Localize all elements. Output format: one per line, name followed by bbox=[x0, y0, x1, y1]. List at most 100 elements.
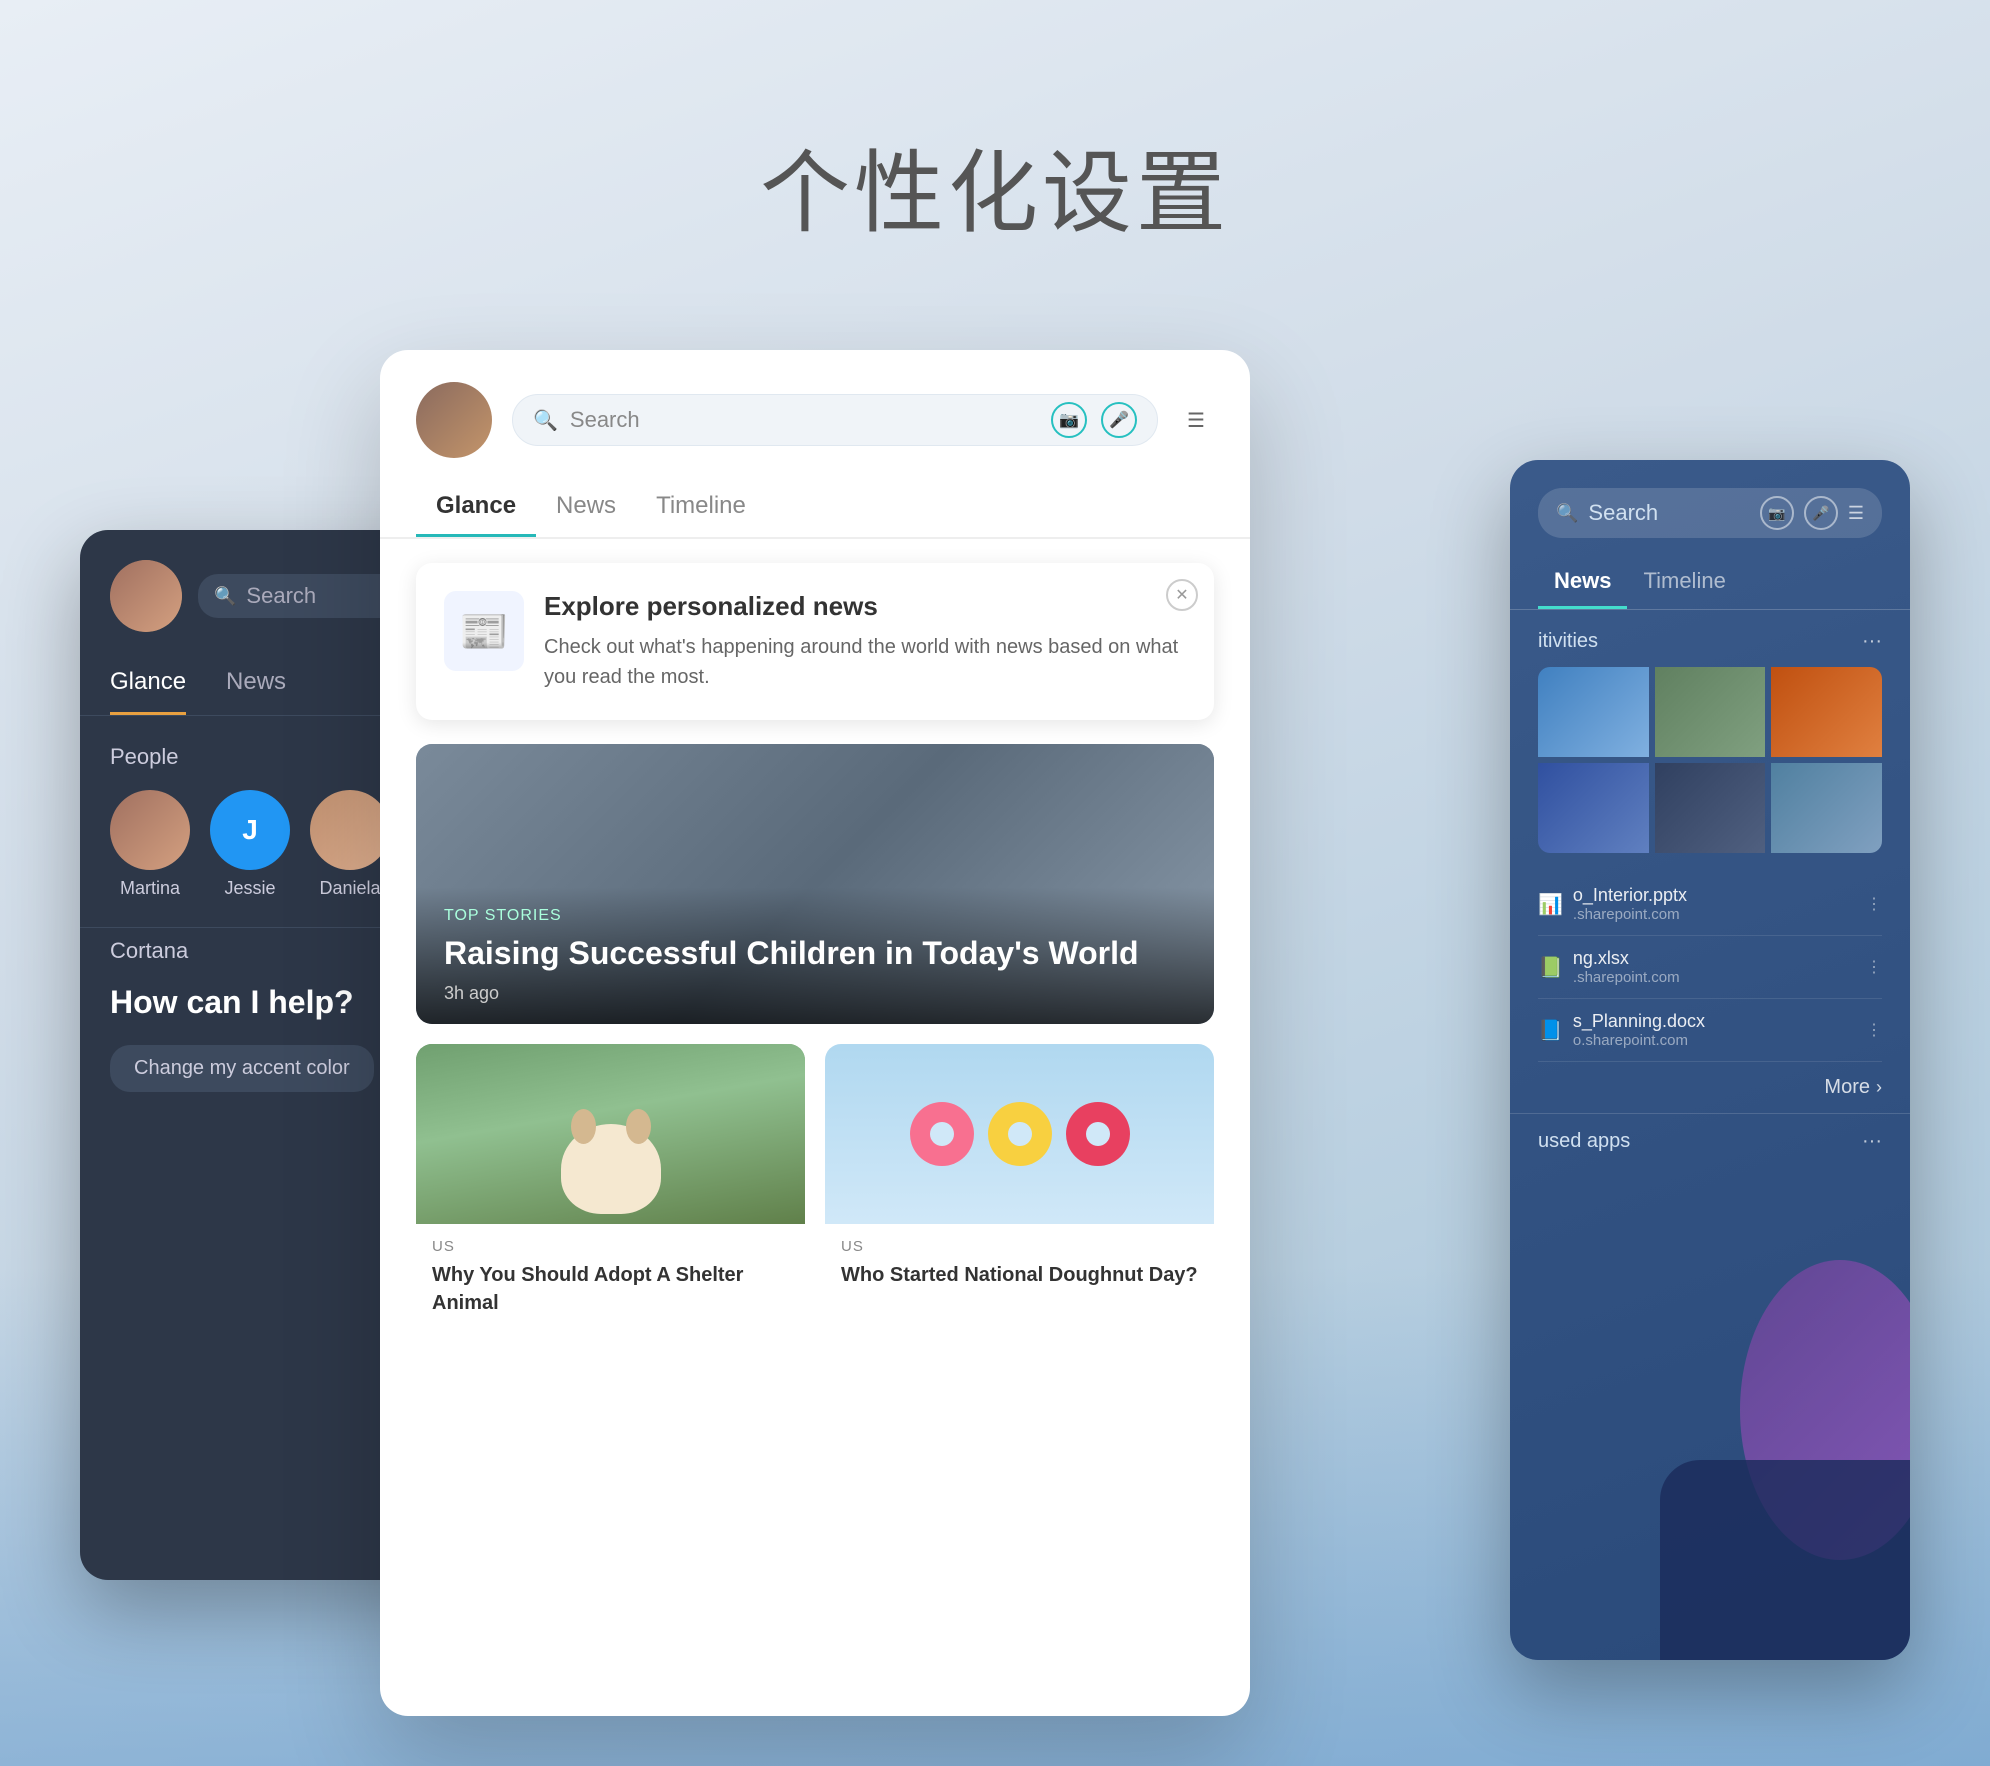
news-row: US Why You Should Adopt A Shelter Animal… bbox=[416, 1044, 1214, 1364]
notification-text: Explore personalized news Check out what… bbox=[544, 591, 1186, 692]
notification-icon: 📰 bbox=[444, 591, 524, 671]
file-info-pptx: o_Interior.pptx .sharepoint.com bbox=[1573, 885, 1856, 923]
file-icon-xlsx: 📗 bbox=[1538, 955, 1563, 980]
notification-title: Explore personalized news bbox=[544, 591, 1186, 622]
tab-news-center[interactable]: News bbox=[536, 478, 636, 537]
notification-close-button[interactable]: ✕ bbox=[1166, 579, 1198, 611]
photo-aerial[interactable] bbox=[1655, 667, 1766, 757]
more-button[interactable]: More › bbox=[1510, 1062, 1910, 1113]
mic-icon-btn[interactable]: 🎤 bbox=[1101, 402, 1137, 438]
avatar-martina[interactable] bbox=[110, 790, 190, 870]
person-daniela: Daniela bbox=[310, 790, 390, 899]
photo-autumn[interactable] bbox=[1771, 667, 1882, 757]
donut-pink bbox=[910, 1102, 974, 1166]
files-list: 📊 o_Interior.pptx .sharepoint.com ⋮ 📗 ng… bbox=[1510, 873, 1910, 1062]
photo-grid bbox=[1538, 667, 1882, 853]
dog-image bbox=[416, 1044, 805, 1224]
dog-ear-left bbox=[571, 1109, 596, 1144]
news-content-dog: US Why You Should Adopt A Shelter Animal bbox=[416, 1224, 805, 1364]
notification-card: 📰 Explore personalized news Check out wh… bbox=[416, 563, 1214, 720]
photo-sleeping[interactable] bbox=[1538, 763, 1649, 853]
cards-container: 🔍 Search Glance News People Martina J Je… bbox=[0, 350, 1990, 1766]
card-right: 🔍 Search 📷 🎤 ☰ News Timeline itivities ·… bbox=[1510, 460, 1910, 1660]
story-time: 3h ago bbox=[444, 983, 1186, 1004]
news-img-dog bbox=[416, 1044, 805, 1224]
activities-dots-button[interactable]: ··· bbox=[1862, 630, 1882, 653]
dog-ear-right bbox=[626, 1109, 651, 1144]
tab-glance-dark[interactable]: Glance bbox=[110, 668, 186, 715]
recent-apps-dots-button[interactable]: ··· bbox=[1862, 1130, 1882, 1153]
mic-icon-blue[interactable]: 🎤 bbox=[1804, 496, 1838, 530]
activities-title: itivities bbox=[1538, 630, 1598, 653]
page-title: 个性化设置 bbox=[0, 0, 1990, 250]
settings-icon-btn[interactable]: ☰ bbox=[1178, 402, 1214, 438]
news-category-dog: US bbox=[432, 1238, 789, 1255]
person-martina: Martina bbox=[110, 790, 190, 899]
recent-apps-header: used apps ··· bbox=[1538, 1130, 1882, 1153]
file-domain-xlsx: .sharepoint.com bbox=[1573, 969, 1856, 986]
search-icon-blue: 🔍 bbox=[1556, 503, 1578, 524]
tab-glance-center[interactable]: Glance bbox=[416, 478, 536, 537]
file-name-docx: s_Planning.docx bbox=[1573, 1011, 1856, 1032]
file-name-xlsx: ng.xlsx bbox=[1573, 948, 1856, 969]
story-overlay: TOP STORIES Raising Successful Children … bbox=[416, 887, 1214, 1024]
more-arrow-icon: › bbox=[1876, 1077, 1882, 1098]
file-domain-pptx: .sharepoint.com bbox=[1573, 906, 1856, 923]
news-img-donuts bbox=[825, 1044, 1214, 1224]
news-card-donuts[interactable]: US Who Started National Doughnut Day? bbox=[825, 1044, 1214, 1364]
tab-timeline-right[interactable]: Timeline bbox=[1627, 556, 1741, 609]
search-bar-light[interactable]: 🔍 Search 📷 🎤 bbox=[512, 394, 1158, 446]
photo-stripes[interactable] bbox=[1655, 763, 1766, 853]
donuts-image bbox=[825, 1044, 1214, 1224]
news-headline-donuts: Who Started National Doughnut Day? bbox=[841, 1261, 1198, 1289]
file-name-pptx: o_Interior.pptx bbox=[1573, 885, 1856, 906]
news-category-donuts: US bbox=[841, 1238, 1198, 1255]
file-info-xlsx: ng.xlsx .sharepoint.com bbox=[1573, 948, 1856, 986]
file-dots-pptx[interactable]: ⋮ bbox=[1866, 894, 1882, 914]
avatar-center bbox=[416, 382, 492, 458]
file-domain-docx: o.sharepoint.com bbox=[1573, 1032, 1856, 1049]
person-name-daniela: Daniela bbox=[319, 878, 380, 899]
file-icon-pptx: 📊 bbox=[1538, 892, 1563, 917]
cortana-accent-button[interactable]: Change my accent color bbox=[110, 1045, 374, 1092]
tab-news-right[interactable]: News bbox=[1538, 556, 1627, 609]
file-dots-docx[interactable]: ⋮ bbox=[1866, 1020, 1882, 1040]
file-dots-xlsx[interactable]: ⋮ bbox=[1866, 957, 1882, 977]
camera-icon-blue[interactable]: 📷 bbox=[1760, 496, 1794, 530]
activities-section: itivities ··· bbox=[1510, 610, 1910, 873]
recent-apps-title: used apps bbox=[1538, 1130, 1630, 1153]
photo-mountains[interactable] bbox=[1538, 667, 1649, 757]
person-name-martina: Martina bbox=[120, 878, 180, 899]
tab-news-dark[interactable]: News bbox=[226, 668, 286, 715]
person-name-jessie: Jessie bbox=[224, 878, 275, 899]
notification-body: Check out what's happening around the wo… bbox=[544, 632, 1186, 692]
tab-timeline-center[interactable]: Timeline bbox=[636, 478, 766, 537]
photo-friends[interactable] bbox=[1771, 763, 1882, 853]
avatar bbox=[110, 560, 182, 632]
file-item-docx: 📘 s_Planning.docx o.sharepoint.com ⋮ bbox=[1538, 999, 1882, 1062]
activities-header: itivities ··· bbox=[1538, 630, 1882, 653]
card-center: 🔍 Search 📷 🎤 ☰ Glance News Timeline 📰 Ex… bbox=[380, 350, 1250, 1716]
news-headline-dog: Why You Should Adopt A Shelter Animal bbox=[432, 1261, 789, 1317]
search-icon: 🔍 bbox=[214, 586, 236, 607]
dog-body bbox=[561, 1124, 661, 1214]
dog-ears bbox=[571, 1109, 651, 1144]
avatar-daniela[interactable] bbox=[310, 790, 390, 870]
donut-yellow bbox=[988, 1102, 1052, 1166]
story-title: Raising Successful Children in Today's W… bbox=[444, 933, 1186, 975]
top-story-card[interactable]: TOP STORIES Raising Successful Children … bbox=[416, 744, 1214, 1024]
card-right-header: 🔍 Search 📷 🎤 ☰ bbox=[1510, 460, 1910, 538]
search-bar-blue[interactable]: 🔍 Search 📷 🎤 ☰ bbox=[1538, 488, 1882, 538]
file-item-xlsx: 📗 ng.xlsx .sharepoint.com ⋮ bbox=[1538, 936, 1882, 999]
settings-icon-blue[interactable]: ☰ bbox=[1848, 503, 1864, 524]
tabs-center: Glance News Timeline bbox=[380, 478, 1250, 539]
avatar-jessie[interactable]: J bbox=[210, 790, 290, 870]
recent-apps-section: used apps ··· bbox=[1510, 1113, 1910, 1183]
news-card-dog[interactable]: US Why You Should Adopt A Shelter Animal bbox=[416, 1044, 805, 1364]
tabs-right: News Timeline bbox=[1510, 556, 1910, 610]
camera-icon-btn[interactable]: 📷 bbox=[1051, 402, 1087, 438]
search-icon-light: 🔍 bbox=[533, 408, 558, 433]
search-placeholder-blue: Search bbox=[1588, 500, 1749, 526]
more-text: More bbox=[1824, 1076, 1870, 1099]
search-label-dark: Search bbox=[246, 583, 316, 609]
